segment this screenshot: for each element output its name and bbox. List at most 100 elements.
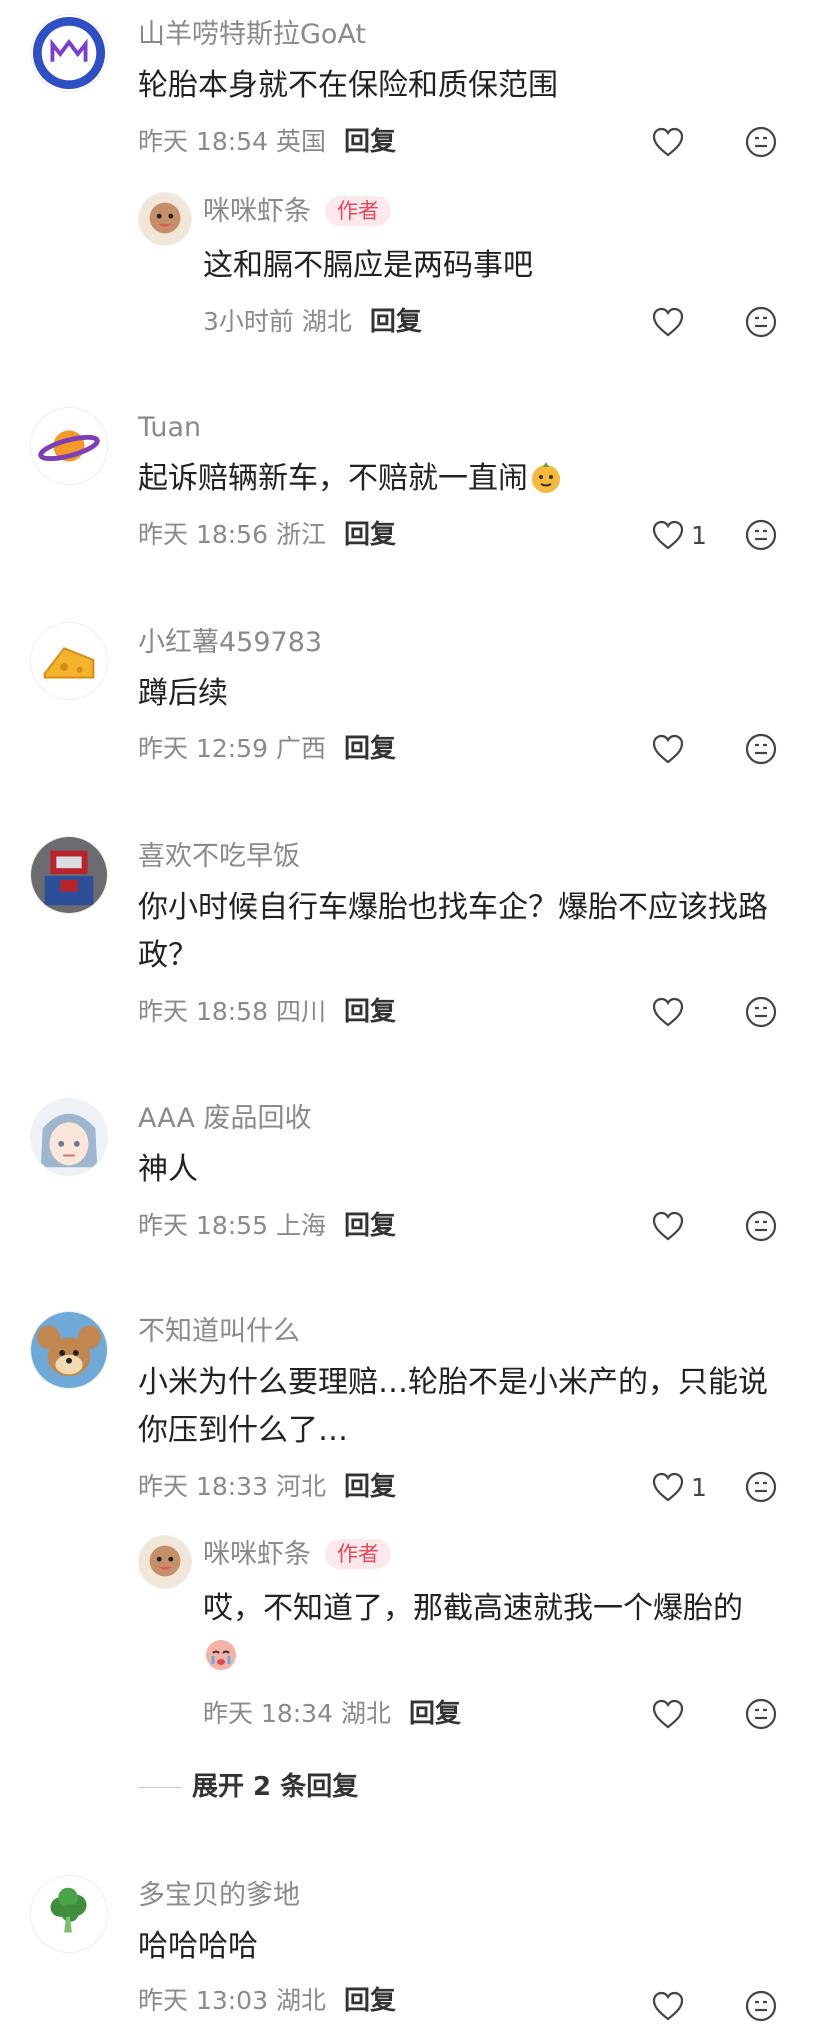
timestamp: 昨天 18:55 上海 bbox=[138, 1211, 326, 1240]
timestamp: 昨天 18:58 四川 bbox=[138, 997, 326, 1026]
reply-button[interactable]: 回复 bbox=[344, 734, 396, 764]
comment-meta: 昨天 18:55 上海 回复 bbox=[138, 1209, 396, 1243]
avatar[interactable] bbox=[30, 1311, 108, 1389]
avatar[interactable] bbox=[30, 836, 108, 914]
reply-button[interactable]: 回复 bbox=[344, 1472, 396, 1502]
avatar[interactable] bbox=[30, 14, 108, 92]
reply-text-line: 哎，不知道了，那截高速就我一个爆胎的 bbox=[203, 1591, 743, 1626]
like-count: 1 bbox=[691, 1472, 707, 1502]
reply-text: 这和膈不膈应是两码事吧 bbox=[203, 248, 533, 283]
username[interactable]: Tuan bbox=[138, 411, 201, 445]
username[interactable]: 咪咪虾条 bbox=[203, 1539, 311, 1570]
emoji-react-button[interactable] bbox=[744, 729, 778, 769]
reply-username: 咪咪虾条 作者 bbox=[203, 195, 391, 229]
avatar[interactable] bbox=[30, 1875, 108, 1953]
username[interactable]: 山羊唠特斯拉GoAt bbox=[138, 18, 366, 52]
reply-meta: 3小时前 湖北 回复 bbox=[203, 305, 422, 339]
heart-outline-icon bbox=[652, 734, 684, 764]
like-button[interactable] bbox=[651, 122, 685, 162]
timestamp: 3小时前 湖北 bbox=[203, 307, 352, 336]
like-count: 1 bbox=[691, 520, 707, 550]
expand-replies-button[interactable]: 展开 2 条回复 bbox=[192, 1770, 358, 1804]
comment-text-line: 你压到什么了… bbox=[138, 1413, 348, 1448]
emoji-react-button[interactable] bbox=[744, 1467, 778, 1507]
username[interactable]: 不知道叫什么 bbox=[138, 1315, 300, 1349]
emoji-face-icon bbox=[745, 1210, 777, 1242]
like-button[interactable]: 1 bbox=[651, 1467, 707, 1507]
reply-button[interactable]: 回复 bbox=[344, 997, 396, 1027]
heart-outline-icon bbox=[652, 127, 684, 157]
comment-text: 哈哈哈哈 bbox=[138, 1929, 258, 1964]
heart-outline-icon bbox=[652, 1991, 684, 2021]
comment-text-line: 政？ bbox=[138, 938, 198, 973]
comment-meta: 昨天 18:58 四川 回复 bbox=[138, 995, 396, 1029]
timestamp: 昨天 12:59 广西 bbox=[138, 734, 326, 763]
like-button[interactable] bbox=[651, 1206, 685, 1246]
timestamp: 昨天 18:54 英国 bbox=[138, 127, 326, 156]
emoji-face-icon bbox=[745, 1990, 777, 2022]
reply-button[interactable]: 回复 bbox=[344, 1986, 396, 2016]
comment-meta: 昨天 13:03 湖北 回复 bbox=[138, 1984, 396, 2018]
author-badge: 作者 bbox=[325, 1539, 391, 1569]
avatar[interactable] bbox=[30, 407, 108, 485]
comment-text-line: 小米为什么要理赔…轮胎不是小米产的，只能说 bbox=[138, 1365, 768, 1400]
like-button[interactable]: 1 bbox=[651, 515, 707, 555]
like-button[interactable] bbox=[651, 729, 685, 769]
avatar[interactable] bbox=[30, 622, 108, 700]
comment-meta: 昨天 12:59 广西 回复 bbox=[138, 732, 396, 766]
author-badge: 作者 bbox=[325, 196, 391, 226]
comment-text: 神人 bbox=[138, 1152, 198, 1187]
username[interactable]: 小红薯459783 bbox=[138, 626, 322, 660]
emoji-react-button[interactable] bbox=[744, 302, 778, 342]
reply-button[interactable]: 回复 bbox=[409, 1699, 461, 1729]
timestamp: 昨天 18:56 浙江 bbox=[138, 520, 326, 549]
expand-divider bbox=[138, 1787, 182, 1788]
emoji-react-button[interactable] bbox=[744, 1206, 778, 1246]
emoji-face-icon bbox=[745, 996, 777, 1028]
comment-text: 轮胎本身就不在保险和质保范围 bbox=[138, 68, 558, 103]
reply-text: 哎，不知道了，那截高速就我一个爆胎的 bbox=[203, 1585, 803, 1681]
heart-outline-icon bbox=[652, 1699, 684, 1729]
comment-text: 蹲后续 bbox=[138, 676, 228, 711]
comment-text: 起诉赔辆新车，不赔就一直闹 bbox=[138, 455, 564, 503]
comment-text-line: 你小时候自行车爆胎也找车企？爆胎不应该找路 bbox=[138, 890, 768, 925]
comment-text: 你小时候自行车爆胎也找车企？爆胎不应该找路 政？ bbox=[138, 884, 808, 980]
heart-outline-icon bbox=[652, 1472, 684, 1502]
username[interactable]: 咪咪虾条 bbox=[203, 196, 311, 227]
emoji-react-button[interactable] bbox=[744, 992, 778, 1032]
heart-outline-icon bbox=[652, 307, 684, 337]
username[interactable]: AAA 废品回收 bbox=[138, 1102, 312, 1136]
comment-meta: 昨天 18:56 浙江 回复 bbox=[138, 518, 396, 552]
username[interactable]: 多宝贝的爹地 bbox=[138, 1879, 300, 1913]
emoji-face-icon bbox=[745, 1471, 777, 1503]
like-button[interactable] bbox=[651, 1986, 685, 2026]
comment-meta: 昨天 18:54 英国 回复 bbox=[138, 125, 396, 159]
username[interactable]: 喜欢不吃早饭 bbox=[138, 840, 300, 874]
emoji-react-button[interactable] bbox=[744, 515, 778, 555]
reply-button[interactable]: 回复 bbox=[344, 1211, 396, 1241]
reply-button[interactable]: 回复 bbox=[370, 307, 422, 337]
avatar[interactable] bbox=[138, 1535, 192, 1589]
reply-button[interactable]: 回复 bbox=[344, 127, 396, 157]
avatar[interactable] bbox=[30, 1098, 108, 1176]
avatar[interactable] bbox=[138, 192, 192, 246]
like-button[interactable] bbox=[651, 302, 685, 342]
emoji-face-icon bbox=[745, 1698, 777, 1730]
comment-text: 小米为什么要理赔…轮胎不是小米产的，只能说 你压到什么了… bbox=[138, 1359, 808, 1455]
comment-text-body: 起诉赔辆新车，不赔就一直闹 bbox=[138, 461, 528, 496]
heart-outline-icon bbox=[652, 1211, 684, 1241]
crying-emoji-icon bbox=[206, 1640, 236, 1670]
reply-emoji-line bbox=[203, 1633, 803, 1681]
timestamp: 昨天 18:34 湖北 bbox=[203, 1699, 391, 1728]
emoji-face-icon bbox=[745, 306, 777, 338]
emoji-face-icon bbox=[745, 126, 777, 158]
like-button[interactable] bbox=[651, 1694, 685, 1734]
timestamp: 昨天 18:33 河北 bbox=[138, 1472, 326, 1501]
like-button[interactable] bbox=[651, 992, 685, 1032]
emoji-react-button[interactable] bbox=[744, 122, 778, 162]
emoji-react-button[interactable] bbox=[744, 1694, 778, 1734]
emoji-react-button[interactable] bbox=[744, 1986, 778, 2026]
timestamp: 昨天 13:03 湖北 bbox=[138, 1986, 326, 2015]
reply-button[interactable]: 回复 bbox=[344, 520, 396, 550]
emoji-face-icon bbox=[745, 733, 777, 765]
